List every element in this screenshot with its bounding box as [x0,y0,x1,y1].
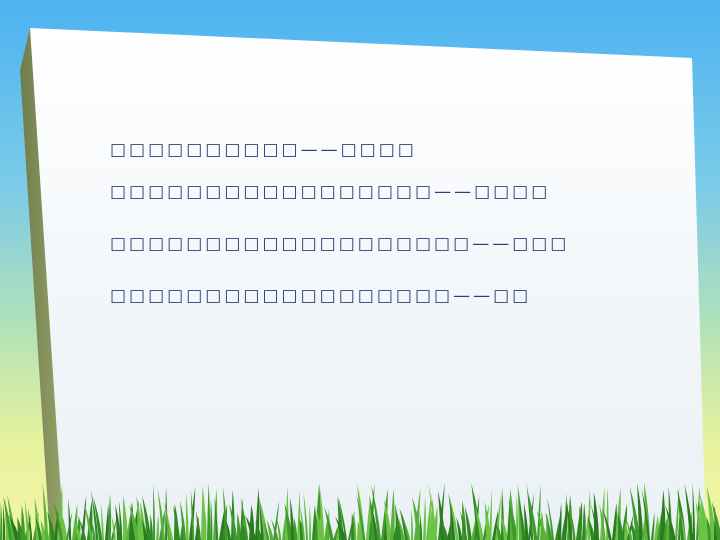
line-dash: —— [434,182,475,202]
grass-blade [516,493,519,540]
line-text: □□□□□□□□□□ [110,140,301,160]
line-dash: —— [300,140,341,160]
line-text: □□□□□□□□□□□□□□□□□□ [110,286,454,306]
grass-blade [207,483,211,540]
slide-background: □□□□□□□□□□——□□□□ □□□□□□□□□□□□□□□□□ ——□□□… [0,0,720,540]
grass-blade [390,488,395,540]
grass-blade [297,490,301,540]
line-dash: —— [453,286,494,306]
grass-blade [185,492,189,540]
grass-blade [150,513,153,540]
grass-blade [153,483,156,540]
grass-blade [411,508,414,540]
grass-blade [353,511,357,540]
grass-blade [558,502,562,540]
grass-blade [122,495,128,540]
grass-blade [489,490,492,540]
grass-blade [0,502,3,540]
text-line-1: □□□□□□□□□□——□□□□ [110,138,417,162]
line-tail: □□□□ [474,182,551,202]
line-tail: □□□□ [340,140,417,160]
grass-blade [419,512,423,540]
paper-board [20,28,706,540]
grass-blade [210,499,213,540]
line-text: □□□□□□□□□□□□□□□□□□□ [110,234,473,254]
grass-blade [24,500,30,540]
grass-blade [537,483,541,540]
grass-blade [309,504,312,540]
grass-strip [0,482,720,540]
grass-blade [692,482,696,540]
grass-blade [156,514,160,540]
grass-blade [564,493,567,540]
grass-blade [651,512,655,540]
grass-blade [21,505,26,540]
line-tail: □□□ [512,234,570,254]
line-dash: —— [472,234,513,254]
text-line-4: □□□□□□□□□□□□□□□□□□——□□ [110,284,531,308]
text-line-3: □□□□□□□□□□□□□□□□□□□——□□□ [110,232,569,256]
grass-blade [423,496,426,540]
grass-blade [3,504,6,540]
grass-blade [582,502,586,540]
line-text: □□□□□□□□□□□□□□□□□ [110,182,435,202]
text-line-2: □□□□□□□□□□□□□□□□□ ——□□□□ [110,180,550,204]
grass-blade [237,512,241,540]
line-tail: □□ [493,286,532,306]
grass-blade [293,517,298,540]
